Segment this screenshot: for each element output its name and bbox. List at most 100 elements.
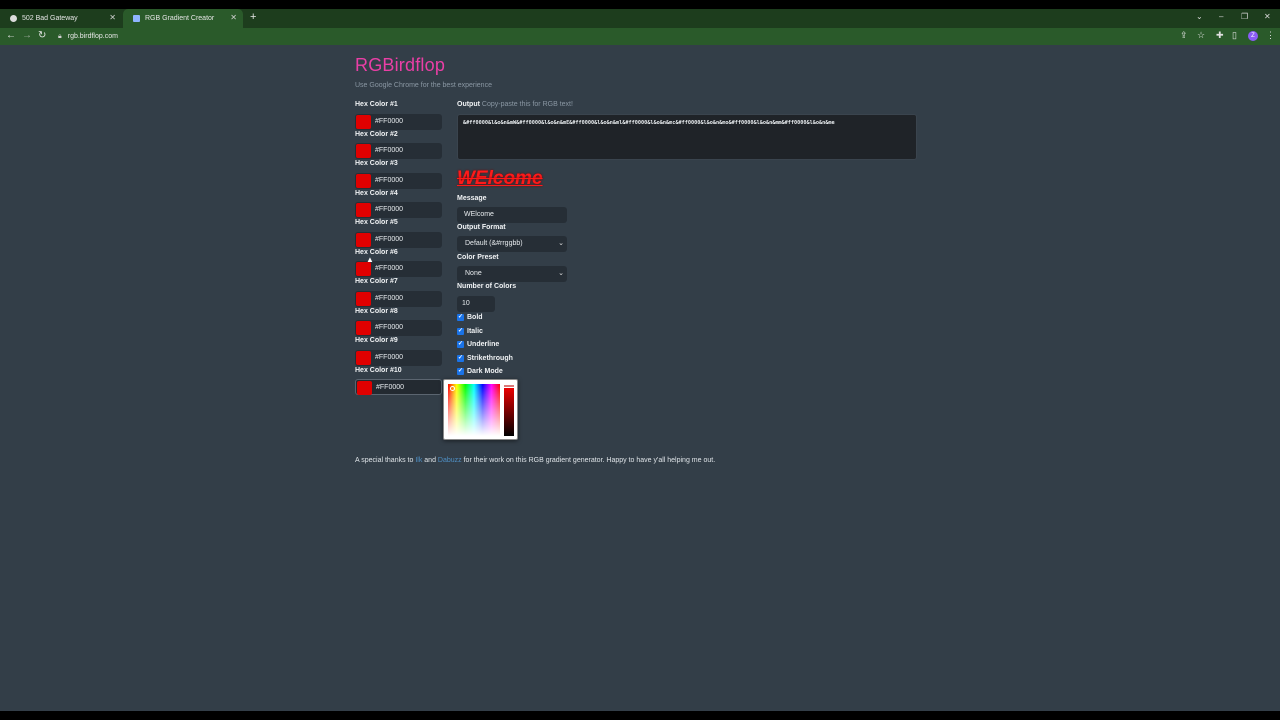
output-title: Output: [457, 101, 480, 108]
output-textarea[interactable]: &#ff0000&l&o&n&mW&#ff0000&l&o&n&mE&#ff00…: [457, 114, 917, 160]
bottom-edge: [0, 711, 1280, 720]
page-subtitle: Use Google Chrome for the best experienc…: [355, 82, 492, 89]
close-icon[interactable]: ✕: [109, 13, 116, 22]
minimize-icon[interactable]: –: [1219, 12, 1223, 21]
hex-color-input[interactable]: #FF0000: [355, 291, 442, 307]
hex-value: #FF0000: [375, 265, 404, 272]
sidebar-icon[interactable]: ▯: [1232, 30, 1237, 41]
globe-icon: [10, 15, 17, 22]
color-swatch[interactable]: [356, 262, 371, 276]
contributor-link[interactable]: Ilk: [415, 457, 422, 464]
plus-icon[interactable]: +: [250, 11, 256, 23]
checkmark-icon[interactable]: ✓: [457, 368, 464, 375]
color-preset-select[interactable]: None ⌄: [457, 266, 567, 282]
hex-color-input[interactable]: #FF0000: [355, 232, 442, 248]
color-swatch[interactable]: [356, 351, 371, 365]
checkmark-icon[interactable]: ✓: [457, 314, 464, 321]
address-bar[interactable]: 🔒︎ rgb.birdflop.com: [58, 30, 118, 43]
tab-rgb-gradient-creator[interactable]: RGB Gradient Creator ✕: [123, 9, 243, 28]
picker-cursor[interactable]: [450, 386, 455, 391]
hue-slider-handle[interactable]: [503, 384, 515, 388]
hex-value: #FF0000: [375, 236, 404, 243]
reload-icon[interactable]: ↻: [38, 30, 46, 41]
checkbox-label: Strikethrough: [467, 355, 513, 362]
hue-slider[interactable]: [503, 384, 515, 436]
color-swatch[interactable]: [356, 233, 371, 247]
forward-icon[interactable]: →: [22, 30, 32, 41]
color-swatch[interactable]: [356, 174, 371, 188]
checkmark-icon[interactable]: ✓: [457, 341, 464, 348]
message-input[interactable]: WElcome: [457, 207, 567, 223]
restore-icon[interactable]: ❐: [1241, 12, 1248, 21]
hex-color-label: Hex Color #1: [355, 101, 398, 108]
menu-icon[interactable]: ⋮: [1266, 30, 1275, 41]
color-swatch[interactable]: [356, 203, 371, 217]
hex-color-input[interactable]: #FF0000: [355, 202, 442, 218]
lock-icon: 🔒︎: [58, 32, 62, 40]
output-hint: Copy-paste this for RGB text!: [481, 101, 573, 108]
strikethrough-checkbox-row[interactable]: ✓ Strikethrough: [457, 354, 513, 363]
tab-title: RGB Gradient Creator: [145, 15, 215, 22]
page-title: RGBirdflop: [355, 55, 446, 75]
hex-color-input[interactable]: #FF0000: [355, 143, 442, 159]
checkmark-icon[interactable]: ✓: [457, 328, 464, 335]
close-icon[interactable]: ✕: [230, 13, 237, 22]
hex-color-label: Hex Color #7: [355, 278, 398, 285]
back-icon[interactable]: ←: [6, 30, 16, 41]
color-swatch[interactable]: [356, 292, 371, 306]
site-favicon-icon: [133, 15, 140, 22]
bold-checkbox-row[interactable]: ✓ Bold: [457, 313, 483, 322]
extensions-icon[interactable]: ✚: [1216, 30, 1224, 41]
tab-bad-gateway[interactable]: 502 Bad Gateway ✕: [0, 9, 122, 28]
color-swatch[interactable]: [356, 144, 371, 158]
hex-color-input[interactable]: #FF0000: [355, 173, 442, 189]
hex-color-input[interactable]: #FF0000: [355, 379, 442, 395]
color-preset-label: Color Preset: [457, 254, 499, 261]
color-swatch[interactable]: [357, 381, 372, 395]
tab-title: 502 Bad Gateway: [22, 15, 78, 22]
color-preset-value: None: [465, 270, 482, 277]
color-picker-popup[interactable]: [443, 379, 518, 440]
hex-value: #FF0000: [375, 118, 404, 125]
checkbox-label: Underline: [467, 341, 500, 348]
tab-strip: 502 Bad Gateway ✕ RGB Gradient Creator ✕…: [0, 9, 1280, 28]
hex-value: #FF0000: [375, 177, 404, 184]
hex-color-label: Hex Color #5: [355, 219, 398, 226]
color-swatch[interactable]: [356, 115, 371, 129]
number-of-colors-label: Number of Colors: [457, 283, 517, 290]
output-format-select[interactable]: Default (&#rrggbb) ⌄: [457, 236, 567, 252]
hex-color-input[interactable]: #FF0000: [355, 320, 442, 336]
share-icon[interactable]: ⇪: [1180, 30, 1188, 41]
checkbox-label: Bold: [467, 314, 483, 321]
hex-color-input[interactable]: #FF0000: [355, 114, 442, 130]
italic-checkbox-row[interactable]: ✓ Italic: [457, 327, 483, 336]
gradient-preview: WElcome: [457, 168, 543, 189]
mouse-cursor-icon: ▲: [366, 255, 374, 264]
avatar[interactable]: Z: [1248, 31, 1258, 41]
output-format-value: Default (&#rrggbb): [465, 240, 523, 247]
hex-value: #FF0000: [376, 384, 405, 391]
thanks-prefix: A special thanks to: [355, 457, 414, 464]
chevron-down-icon[interactable]: ⌄: [1196, 12, 1203, 21]
color-swatch[interactable]: [356, 321, 371, 335]
checkmark-icon[interactable]: ✓: [457, 355, 464, 362]
thanks-note: A special thanks to Ilk and Dabuzz for t…: [355, 457, 715, 464]
dark-mode-checkbox-row[interactable]: ✓ Dark Mode: [457, 367, 503, 376]
underline-checkbox-row[interactable]: ✓ Underline: [457, 340, 499, 349]
chevron-down-icon: ⌄: [558, 240, 564, 247]
hex-color-label: Hex Color #3: [355, 160, 398, 167]
star-icon[interactable]: ☆: [1197, 30, 1205, 41]
hex-color-input[interactable]: #FF0000: [355, 350, 442, 366]
output-label: Output Copy-paste this for RGB text!: [457, 101, 573, 108]
contributor-link[interactable]: Dabuzz: [438, 457, 462, 464]
thanks-suffix: for their work on this RGB gradient gene…: [463, 457, 716, 464]
saturation-value-area[interactable]: [448, 384, 500, 436]
address-text: rgb.birdflop.com: [67, 33, 118, 40]
number-of-colors-input[interactable]: 10: [457, 296, 495, 312]
hex-value: #FF0000: [375, 206, 404, 213]
hex-value: #FF0000: [375, 295, 404, 302]
hex-value: #FF0000: [375, 354, 404, 361]
hex-value: #FF0000: [375, 147, 404, 154]
hex-color-label: Hex Color #2: [355, 131, 398, 138]
close-window-icon[interactable]: ✕: [1264, 12, 1271, 21]
